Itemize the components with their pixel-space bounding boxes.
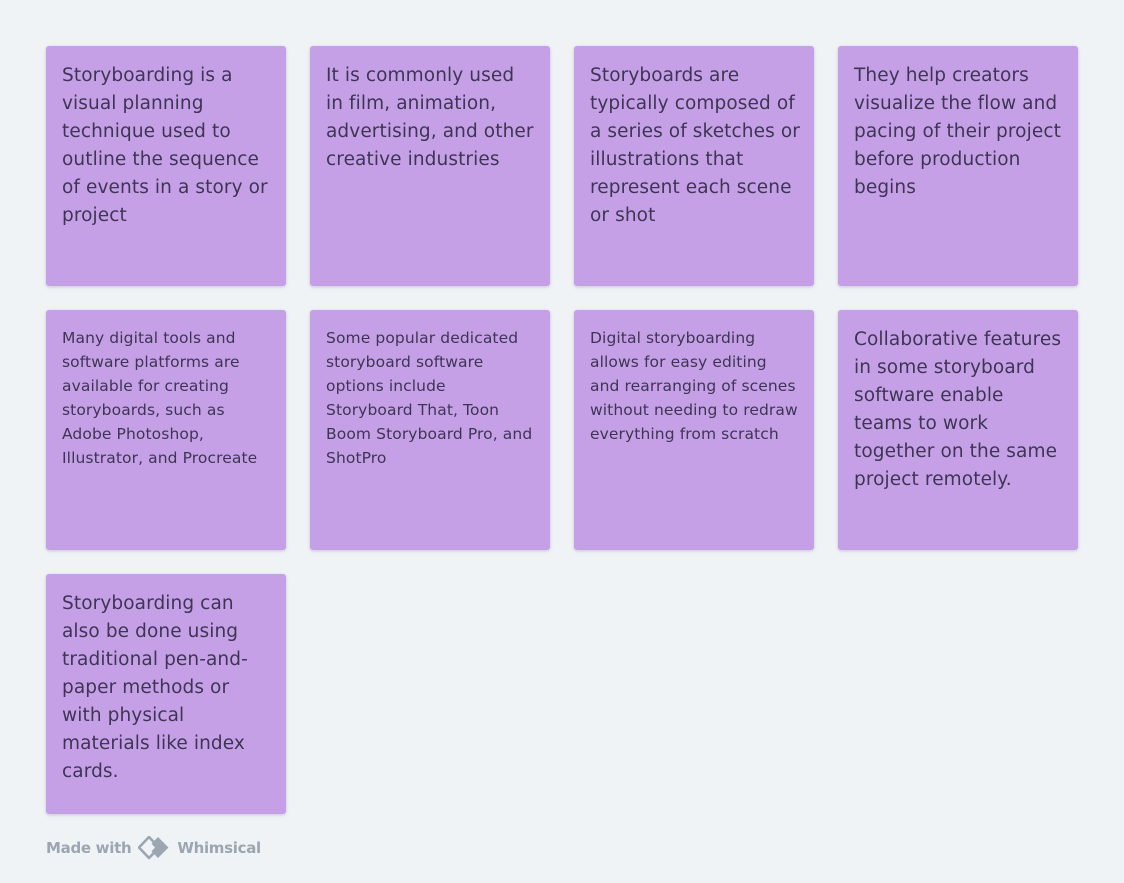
- sticky-note-6[interactable]: Some popular dedicated storyboard softwa…: [310, 310, 550, 550]
- whimsical-logo-icon: [138, 836, 170, 860]
- sticky-note-text: Storyboarding can also be done using tra…: [62, 593, 248, 782]
- sticky-note-text: It is commonly used in film, animation, …: [326, 65, 534, 170]
- sticky-note-9[interactable]: Storyboarding can also be done using tra…: [46, 574, 286, 814]
- sticky-note-1[interactable]: Storyboarding is a visual planning techn…: [46, 46, 286, 286]
- sticky-note-text: They help creators visualize the flow an…: [854, 65, 1061, 198]
- made-with-whimsical-badge[interactable]: Made with Whimsical: [46, 834, 261, 862]
- sticky-note-text: Storyboarding is a visual planning techn…: [62, 65, 268, 226]
- sticky-note-7[interactable]: Digital storyboarding allows for easy ed…: [574, 310, 814, 550]
- made-with-label: Made with: [46, 839, 132, 857]
- sticky-note-8[interactable]: Collaborative features in some storyboar…: [838, 310, 1078, 550]
- sticky-note-text: Digital storyboarding allows for easy ed…: [590, 329, 798, 443]
- whimsical-brand-name: Whimsical: [177, 839, 261, 857]
- sticky-note-2[interactable]: It is commonly used in film, animation, …: [310, 46, 550, 286]
- sticky-note-text: Some popular dedicated storyboard softwa…: [326, 329, 533, 467]
- sticky-note-5[interactable]: Many digital tools and software platform…: [46, 310, 286, 550]
- sticky-note-text: Many digital tools and software platform…: [62, 329, 258, 467]
- sticky-note-text: Collaborative features in some storyboar…: [854, 329, 1062, 490]
- sticky-note-text: Storyboards are typically composed of a …: [590, 65, 800, 226]
- sticky-board: Storyboarding is a visual planning techn…: [46, 46, 1078, 814]
- sticky-note-3[interactable]: Storyboards are typically composed of a …: [574, 46, 814, 286]
- sticky-note-4[interactable]: They help creators visualize the flow an…: [838, 46, 1078, 286]
